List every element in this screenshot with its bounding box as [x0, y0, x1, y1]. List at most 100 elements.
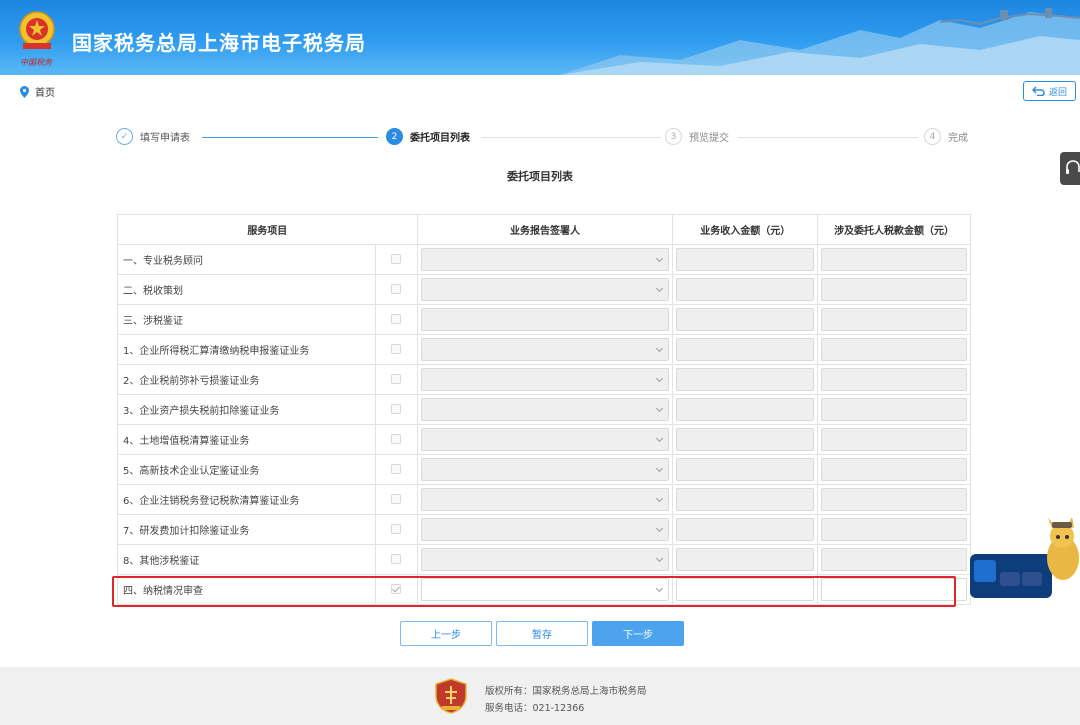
signer-select[interactable]	[420, 338, 670, 361]
tax-amount-cell	[817, 304, 971, 335]
next-step-button[interactable]: 下一步	[592, 621, 684, 646]
revenue-cell	[672, 394, 819, 425]
tax-amount-cell	[817, 484, 971, 515]
table-row: 8、其他涉税鉴证	[117, 544, 971, 575]
row-checkbox-cell	[374, 514, 418, 545]
revenue-input[interactable]	[676, 488, 815, 511]
section-title: 委托项目列表	[507, 170, 573, 183]
row-checkbox-cell	[374, 484, 418, 515]
headset-icon	[1066, 160, 1080, 174]
revenue-input[interactable]	[676, 458, 815, 481]
step-number: 2	[386, 128, 403, 145]
step-fill-form: ✓ 填写申请表	[116, 128, 190, 145]
signer-select[interactable]	[420, 488, 670, 511]
row-checkbox[interactable]	[391, 314, 402, 324]
row-checkbox-cell	[374, 454, 418, 485]
prev-step-button[interactable]: 上一步	[400, 621, 492, 646]
signer-select[interactable]	[420, 458, 670, 481]
signer-cell	[416, 424, 674, 455]
row-checkbox[interactable]	[391, 494, 402, 504]
tax-amount-cell	[817, 424, 971, 455]
breadcrumb[interactable]: 首页	[20, 84, 55, 99]
revenue-input[interactable]	[676, 278, 815, 301]
revenue-cell	[672, 454, 819, 485]
col-service-item: 服务项目	[117, 214, 418, 245]
row-checkbox[interactable]	[391, 404, 402, 414]
revenue-input[interactable]	[676, 248, 815, 271]
signer-select[interactable]	[420, 278, 670, 301]
row-checkbox[interactable]	[391, 464, 402, 474]
tax-amount-input[interactable]	[821, 368, 967, 391]
signer-select[interactable]	[420, 248, 670, 271]
row-checkbox-cell	[374, 424, 418, 455]
row-checkbox[interactable]	[391, 434, 402, 444]
step-line-3	[738, 137, 918, 138]
service-item-name: 8、其他涉税鉴证	[117, 544, 376, 575]
signer-cell	[416, 274, 674, 305]
table-row: 6、企业注销税务登记税款清算鉴证业务	[117, 484, 971, 515]
revenue-input[interactable]	[676, 398, 815, 421]
signer-select[interactable]	[420, 308, 670, 331]
tax-amount-input[interactable]	[821, 398, 967, 421]
step-line-1	[202, 137, 378, 138]
tax-amount-input[interactable]	[821, 488, 967, 511]
revenue-input[interactable]	[676, 518, 815, 541]
tax-amount-cell	[817, 394, 971, 425]
signer-select[interactable]	[420, 398, 670, 421]
row-checkbox-cell	[374, 364, 418, 395]
revenue-input[interactable]	[676, 428, 815, 451]
project-table: 服务项目 业务报告签署人 业务收入金额（元） 涉及委托人税款金额（元） 一、专业…	[117, 214, 971, 605]
tax-amount-cell	[817, 244, 971, 275]
row-checkbox[interactable]	[391, 374, 402, 384]
tax-amount-cell	[817, 514, 971, 545]
row-checkbox[interactable]	[391, 554, 402, 564]
signer-cell	[416, 544, 674, 575]
site-header: 中国税务 国家税务总局上海市电子税务局	[0, 0, 1080, 75]
signer-cell	[416, 304, 674, 335]
signer-select[interactable]	[420, 368, 670, 391]
revenue-cell	[672, 274, 819, 305]
table-row: 2、企业税前弥补亏损鉴证业务	[117, 364, 971, 395]
row-checkbox[interactable]	[391, 254, 402, 264]
tax-amount-cell	[817, 544, 971, 575]
row-checkbox[interactable]	[391, 344, 402, 354]
tax-amount-cell	[817, 274, 971, 305]
revenue-input[interactable]	[676, 338, 815, 361]
revenue-cell	[672, 424, 819, 455]
footer-copyright: 版权所有：国家税务总局上海市税务局	[485, 686, 647, 697]
back-button[interactable]: 返回	[1023, 81, 1076, 101]
row-checkbox[interactable]	[391, 284, 402, 294]
signer-cell	[416, 514, 674, 545]
revenue-input[interactable]	[676, 308, 815, 331]
promo-mascot-badge[interactable]	[968, 518, 1080, 604]
step-number: 3	[665, 128, 682, 145]
signer-select[interactable]	[420, 548, 670, 571]
tax-amount-input[interactable]	[821, 518, 967, 541]
table-row: 1、企业所得税汇算清缴纳税申报鉴证业务	[117, 334, 971, 365]
signer-cell	[416, 334, 674, 365]
row-checkbox[interactable]	[391, 524, 402, 534]
save-draft-button[interactable]: 暂存	[496, 621, 588, 646]
service-item-name: 1、企业所得税汇算清缴纳税申报鉴证业务	[117, 334, 376, 365]
breadcrumb-home[interactable]: 首页	[35, 84, 55, 99]
back-button-label: 返回	[1048, 87, 1067, 98]
revenue-input[interactable]	[676, 368, 815, 391]
revenue-input[interactable]	[676, 548, 815, 571]
table-row: 4、土地增值税清算鉴证业务	[117, 424, 971, 455]
tax-amount-input[interactable]	[821, 458, 967, 481]
row-checkbox-cell	[374, 244, 418, 275]
tax-amount-input[interactable]	[821, 548, 967, 571]
service-item-name: 4、土地增值税清算鉴证业务	[117, 424, 376, 455]
signer-cell	[416, 454, 674, 485]
signer-select[interactable]	[420, 428, 670, 451]
tax-amount-input[interactable]	[821, 248, 967, 271]
tax-amount-input[interactable]	[821, 428, 967, 451]
tax-amount-input[interactable]	[821, 308, 967, 331]
customer-service-tab[interactable]	[1060, 152, 1080, 185]
tax-amount-input[interactable]	[821, 278, 967, 301]
tax-amount-cell	[817, 454, 971, 485]
revenue-cell	[672, 484, 819, 515]
signer-select[interactable]	[420, 518, 670, 541]
row-checkbox-cell	[374, 394, 418, 425]
tax-amount-input[interactable]	[821, 338, 967, 361]
